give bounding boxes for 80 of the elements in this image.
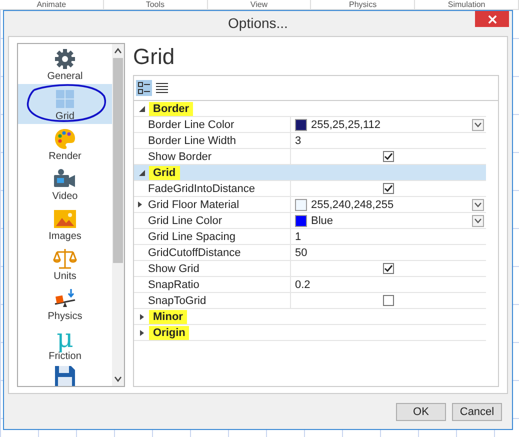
sidebar-label: Friction	[48, 351, 82, 362]
category-name: Minor	[149, 310, 187, 324]
chevron-down-icon	[474, 218, 482, 224]
property-value: 1	[295, 230, 302, 243]
property-value: 255,25,25,112	[311, 118, 382, 131]
checkbox[interactable]	[383, 263, 394, 274]
menu-item[interactable]: Tools	[104, 0, 208, 9]
category-row[interactable]: Minor	[134, 309, 486, 326]
checkmark-icon	[384, 152, 393, 162]
close-button[interactable]	[475, 11, 509, 27]
mu-icon: μ	[56, 327, 74, 352]
sidebar-label: General	[47, 71, 83, 82]
chevron-down-icon	[474, 202, 482, 208]
property-name: Grid Line Spacing	[148, 230, 236, 243]
property-value: 3	[295, 134, 302, 147]
dropdown-button[interactable]	[472, 118, 484, 131]
checkmark-icon	[384, 264, 393, 274]
sidebar-item[interactable]: General	[18, 44, 112, 84]
menu-item[interactable]: Simulation	[415, 0, 519, 9]
sidebar-label: Units	[54, 271, 76, 282]
scrollbar[interactable]	[112, 44, 124, 386]
property-value: 255,240,248,255	[311, 198, 395, 211]
property-name: Border Line Color	[148, 118, 234, 131]
scales-icon	[53, 247, 77, 272]
palette-icon	[53, 127, 77, 152]
property-value: Blue	[311, 214, 334, 227]
property-name: FadeGridIntoDistance	[148, 182, 255, 195]
property-name: GridCutoffDistance	[148, 246, 241, 259]
dialog-button[interactable]: Cancel	[452, 402, 502, 421]
chevron-down-icon	[474, 122, 482, 128]
close-icon	[488, 14, 496, 24]
scroll-down-icon	[114, 375, 122, 384]
checkmark-icon	[384, 184, 393, 194]
sidebar-label: Images	[48, 231, 82, 242]
category-row[interactable]: Grid	[134, 165, 486, 182]
sidebar-item[interactable]: Render	[18, 124, 112, 164]
sidebar-label: Video	[52, 191, 78, 202]
dropdown-button[interactable]	[472, 214, 484, 227]
collapse-icon[interactable]	[137, 104, 147, 114]
category-name: Grid	[149, 166, 180, 180]
category-row[interactable]: Origin	[134, 325, 486, 342]
category-name: Border	[149, 102, 194, 116]
list-icon	[155, 81, 169, 96]
property-value: 50	[295, 246, 308, 259]
property-name: Grid Floor Material	[148, 198, 240, 211]
category-name: Origin	[149, 326, 190, 340]
categorized-view-icon	[137, 81, 151, 96]
sidebar-label: Render	[48, 151, 82, 162]
sidebar-item[interactable]: Physics	[18, 284, 112, 324]
property-name: SnapRatio	[148, 278, 200, 291]
menu-item[interactable]: Animate	[0, 0, 104, 9]
dropdown-button[interactable]	[472, 198, 484, 211]
checkbox[interactable]	[383, 183, 394, 194]
sidebar-item[interactable]: Grid	[18, 84, 112, 124]
scroll-thumb[interactable]	[113, 58, 123, 264]
window-title: Options...	[228, 14, 288, 31]
dialog-button[interactable]: OK	[396, 402, 446, 421]
menu-item[interactable]: View	[208, 0, 312, 9]
view-toggle-button[interactable]	[136, 80, 152, 96]
sidebar-item[interactable]: Images	[18, 204, 112, 244]
checkbox[interactable]	[383, 151, 394, 162]
property-name: SnapToGrid	[148, 294, 206, 307]
sidebar-label: Grid	[56, 111, 74, 122]
expand-icon	[137, 201, 143, 208]
property-value: 0.2	[295, 278, 312, 291]
scroll-up-icon	[114, 47, 122, 56]
collapse-icon[interactable]	[137, 168, 147, 178]
menu-item[interactable]: Physics	[311, 0, 416, 9]
checkbox[interactable]	[383, 295, 394, 306]
page-heading: Grid	[133, 43, 176, 72]
sidebar-item[interactable]: Units	[18, 244, 112, 284]
property-name: Show Grid	[148, 262, 200, 275]
sidebar-label: Physics	[48, 311, 82, 322]
property-name: Grid Line Color	[148, 214, 222, 227]
property-name: Border Line Width	[148, 134, 236, 147]
category-row[interactable]: Border	[134, 101, 486, 118]
gear-icon	[53, 47, 77, 72]
sidebar-item[interactable]: μ Friction	[18, 324, 112, 364]
sidebar-item[interactable]: Video	[18, 164, 112, 204]
property-name: Show Border	[148, 150, 212, 163]
